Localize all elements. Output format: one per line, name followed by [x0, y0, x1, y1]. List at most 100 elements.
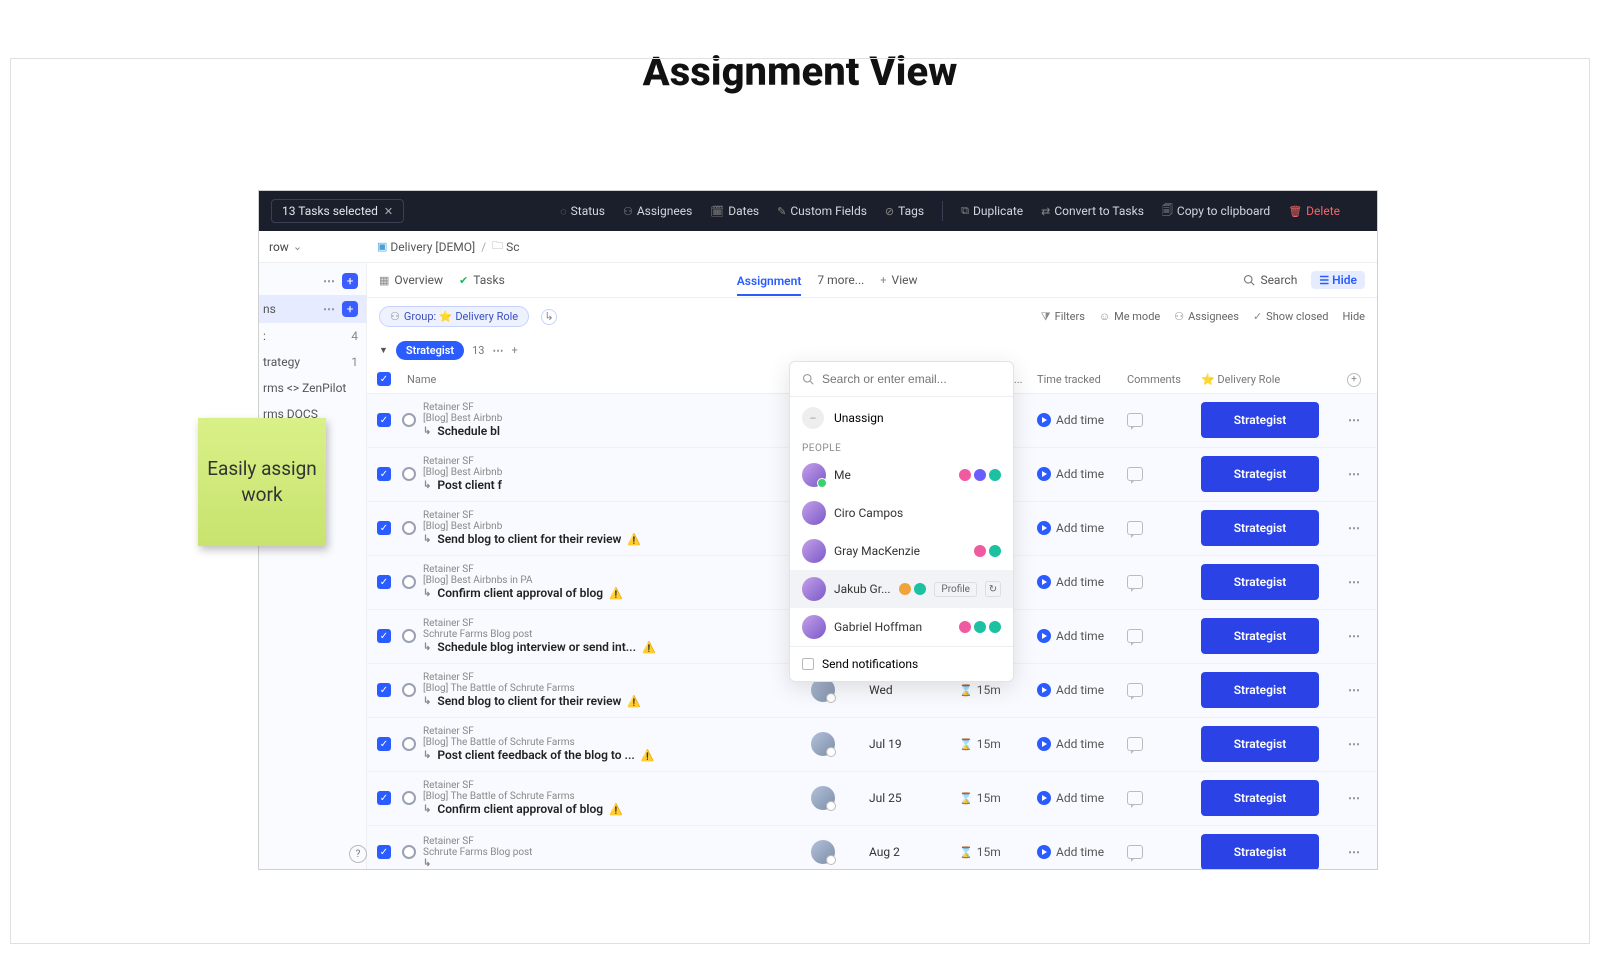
row-menu-icon[interactable]: ⋯ — [1348, 413, 1360, 427]
person-option[interactable]: Ciro Campos — [790, 494, 1013, 532]
assignee-avatar[interactable] — [811, 786, 835, 810]
row-checkbox[interactable] — [377, 575, 391, 589]
close-icon[interactable]: ✕ — [384, 205, 393, 218]
row-menu-icon[interactable]: ⋯ — [1348, 521, 1360, 535]
hide-button[interactable]: ☰ Hide — [1311, 271, 1365, 289]
row-checkbox[interactable] — [377, 629, 391, 643]
person-option[interactable]: Me — [790, 456, 1013, 494]
duplicate-action[interactable]: ⧉Duplicate — [961, 204, 1023, 218]
add-time-button[interactable]: Add time — [1037, 413, 1127, 427]
assignee-avatar[interactable] — [811, 840, 835, 864]
sidebar-item[interactable]: rms <> ZenPilot — [259, 375, 366, 401]
col-role[interactable]: ⭐ Delivery Role — [1201, 373, 1331, 386]
selected-count-pill[interactable]: 13 Tasks selected ✕ — [271, 199, 404, 223]
row-menu-icon[interactable]: ⋯ — [1348, 575, 1360, 589]
delivery-role-pill[interactable]: Strategist — [1201, 726, 1319, 762]
sidebar-item-label[interactable]: row — [269, 240, 289, 254]
assignees-action[interactable]: ⚇Assignees — [623, 204, 692, 218]
tab-assignment[interactable]: Assignment — [737, 274, 802, 296]
tab-tasks[interactable]: ✔Tasks — [459, 273, 505, 287]
col-name[interactable]: Name — [401, 373, 811, 386]
row-menu-icon[interactable]: ⋯ — [1348, 629, 1360, 643]
status-icon[interactable] — [402, 791, 416, 805]
tab-more[interactable]: 7 more... — [817, 273, 864, 287]
add-icon[interactable]: + — [342, 273, 358, 289]
comment-icon[interactable] — [1127, 737, 1143, 751]
status-icon[interactable] — [402, 521, 416, 535]
delivery-role-pill[interactable]: Strategist — [1201, 834, 1319, 869]
time-estimate[interactable]: ⌛15m — [959, 683, 1037, 697]
row-menu-icon[interactable]: ⋯ — [1348, 845, 1360, 859]
search-button[interactable]: Search — [1243, 273, 1297, 287]
unassign-option[interactable]: – Unassign — [790, 397, 1013, 439]
person-option[interactable]: Gray MacKenzie — [790, 532, 1013, 570]
comment-icon[interactable] — [1127, 575, 1143, 589]
delivery-role-pill[interactable]: Strategist — [1201, 618, 1319, 654]
row-checkbox[interactable] — [377, 521, 391, 535]
delete-action[interactable]: 🗑Delete — [1288, 204, 1340, 218]
add-time-button[interactable]: Add time — [1037, 467, 1127, 481]
breadcrumb-folder[interactable]: Sc — [506, 240, 519, 254]
delivery-role-pill[interactable]: Strategist — [1201, 402, 1319, 438]
delivery-role-pill[interactable]: Strategist — [1201, 780, 1319, 816]
assignee-avatar[interactable] — [811, 732, 835, 756]
comment-icon[interactable] — [1127, 629, 1143, 643]
help-icon[interactable]: ? — [349, 845, 367, 863]
assignees-filter-button[interactable]: ⚇Assignees — [1174, 310, 1239, 323]
add-time-button[interactable]: Add time — [1037, 521, 1127, 535]
show-closed-button[interactable]: ✓Show closed — [1253, 310, 1329, 323]
delivery-role-pill[interactable]: Strategist — [1201, 456, 1319, 492]
popover-search-input[interactable] — [822, 372, 1001, 386]
add-time-button[interactable]: Add time — [1037, 575, 1127, 589]
status-icon[interactable] — [402, 737, 416, 751]
time-estimate[interactable]: ⌛15m — [959, 845, 1037, 859]
comment-icon[interactable] — [1127, 467, 1143, 481]
dates-action[interactable]: 🗓Dates — [710, 204, 759, 218]
breadcrumb-space[interactable]: Delivery [DEMO] — [390, 240, 475, 254]
comment-icon[interactable] — [1127, 683, 1143, 697]
profile-button[interactable]: Profile — [934, 582, 977, 597]
status-icon[interactable] — [402, 845, 416, 859]
select-all-checkbox[interactable] — [377, 372, 391, 386]
comment-icon[interactable] — [1127, 791, 1143, 805]
delivery-role-pill[interactable]: Strategist — [1201, 672, 1319, 708]
sidebar-item[interactable]: ⋯ + — [259, 267, 366, 295]
status-icon[interactable] — [402, 683, 416, 697]
row-menu-icon[interactable]: ⋯ — [1348, 467, 1360, 481]
group-menu-icon[interactable]: ⋯ — [492, 344, 503, 357]
convert-action[interactable]: ⇄Convert to Tasks — [1041, 204, 1144, 218]
row-checkbox[interactable] — [377, 791, 391, 805]
comment-icon[interactable] — [1127, 521, 1143, 535]
task-row[interactable]: Retainer SF[Blog] The Battle of Schrute … — [367, 718, 1377, 772]
add-time-button[interactable]: Add time — [1037, 791, 1127, 805]
send-notifications-checkbox[interactable] — [802, 658, 814, 670]
add-task-icon[interactable]: + — [511, 344, 517, 357]
comment-icon[interactable] — [1127, 845, 1143, 859]
tags-action[interactable]: ⊘Tags — [885, 204, 924, 218]
due-date[interactable]: Aug 2 — [869, 845, 900, 859]
status-action[interactable]: ◌Status — [560, 204, 605, 218]
row-checkbox[interactable] — [377, 413, 391, 427]
status-icon[interactable] — [402, 467, 416, 481]
due-date[interactable]: Wed — [869, 683, 893, 697]
sidebar-item[interactable]: ns⋯ + — [259, 295, 366, 323]
chevron-down-icon[interactable]: ⌄ — [293, 240, 302, 253]
comment-icon[interactable] — [1127, 413, 1143, 427]
time-estimate[interactable]: ⌛15m — [959, 791, 1037, 805]
more-icon[interactable]: ⋯ — [323, 274, 336, 288]
status-icon[interactable] — [402, 575, 416, 589]
popover-search[interactable] — [790, 362, 1013, 397]
row-checkbox[interactable] — [377, 467, 391, 481]
add-view-button[interactable]: +View — [880, 273, 917, 287]
time-estimate[interactable]: ⌛15m — [959, 737, 1037, 751]
due-date[interactable]: Jul 25 — [869, 791, 902, 805]
status-icon[interactable] — [402, 413, 416, 427]
person-option[interactable]: Gabriel Hoffman — [790, 608, 1013, 646]
row-menu-icon[interactable]: ⋯ — [1348, 791, 1360, 805]
row-menu-icon[interactable]: ⋯ — [1348, 683, 1360, 697]
copy-action[interactable]: 🗐Copy to clipboard — [1162, 202, 1270, 221]
row-menu-icon[interactable]: ⋯ — [1348, 737, 1360, 751]
sync-icon[interactable]: ↻ — [985, 581, 1001, 597]
subtask-toggle-icon[interactable]: ↳ — [541, 309, 557, 325]
me-mode-button[interactable]: ☺Me mode — [1099, 310, 1160, 323]
